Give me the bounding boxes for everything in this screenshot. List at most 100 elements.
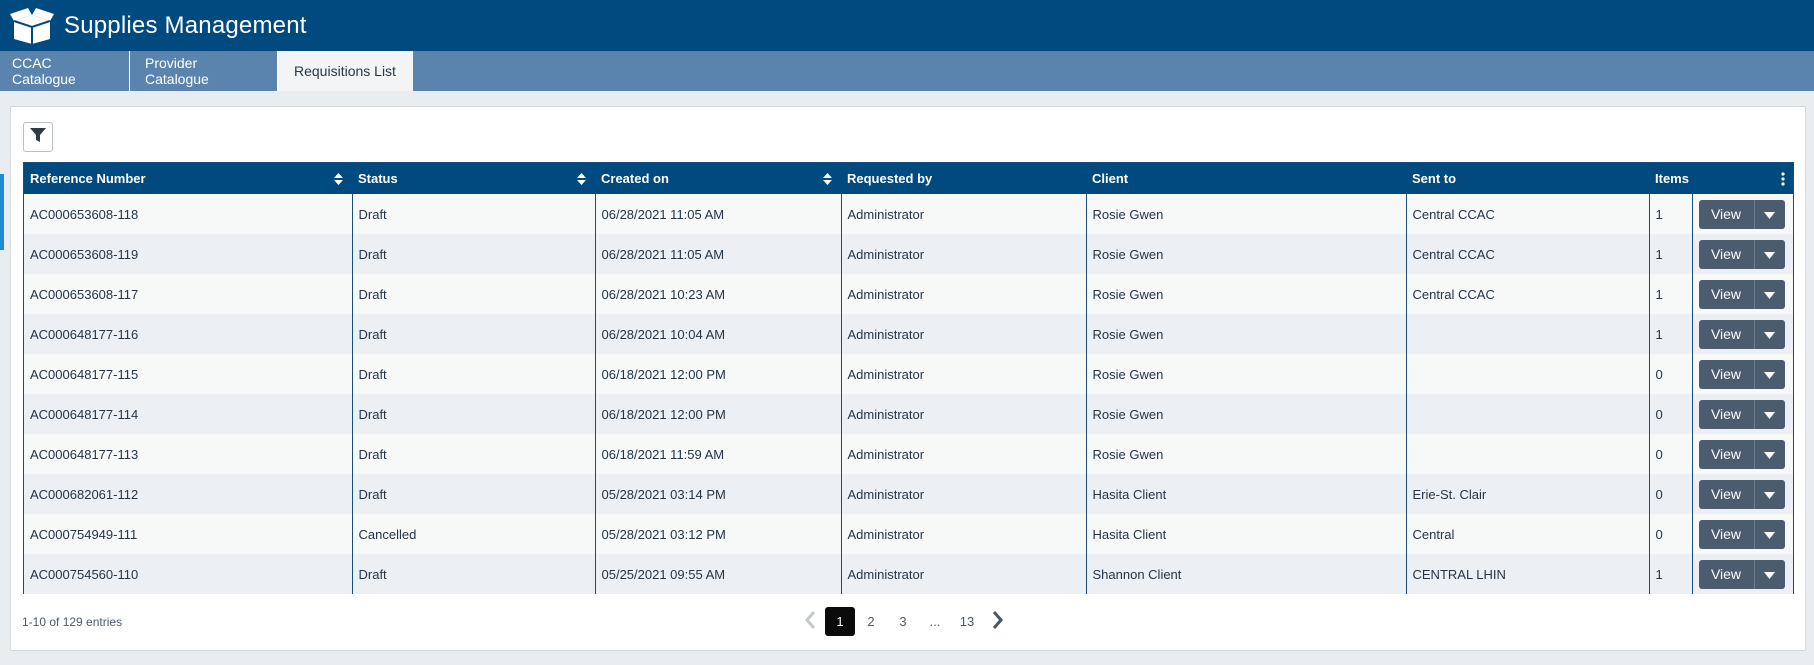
tab-requisitions-list[interactable]: Requisitions List (278, 51, 413, 91)
sort-icon[interactable] (823, 173, 832, 185)
page-2-button[interactable]: 2 (855, 607, 887, 636)
column-header-requested-by[interactable]: Requested by (841, 163, 1086, 194)
cell-actions: View (1692, 514, 1793, 554)
table-row: AC000648177-115 Draft 06/18/2021 12:00 PM A… (24, 354, 1793, 394)
view-button-group: View (1698, 479, 1788, 509)
column-header-client[interactable]: Client (1086, 163, 1406, 194)
cell-reference-number: AC000653608-118 (24, 194, 353, 234)
view-button[interactable]: View (1698, 359, 1754, 389)
view-options-dropdown[interactable] (1753, 279, 1785, 309)
cell-sent-to: Central CCAC (1406, 194, 1650, 234)
view-button[interactable]: View (1698, 399, 1754, 429)
column-header-sent-to[interactable]: Sent to (1406, 163, 1649, 194)
view-options-dropdown[interactable] (1753, 199, 1785, 229)
table-header-row: Reference Number Status Created on Reque… (24, 163, 1793, 194)
cell-status: Draft (352, 554, 596, 594)
page-1-button[interactable]: 1 (825, 607, 855, 636)
view-options-dropdown[interactable] (1753, 359, 1785, 389)
view-options-dropdown[interactable] (1753, 559, 1785, 589)
caret-down-icon (1764, 407, 1775, 422)
cell-client: Hasita Client (1086, 474, 1407, 514)
cell-requested-by: Administrator (841, 514, 1087, 554)
cell-items: 1 (1649, 554, 1693, 594)
sort-icon[interactable] (577, 173, 586, 185)
sort-icon[interactable] (334, 173, 343, 185)
view-button-group: View (1698, 359, 1788, 389)
cell-actions: View (1692, 274, 1793, 314)
cell-status: Draft (352, 274, 596, 314)
filter-button[interactable] (23, 122, 53, 152)
cell-created-on: 06/28/2021 11:05 AM (595, 234, 842, 274)
cell-created-on: 06/28/2021 10:04 AM (595, 314, 842, 354)
view-button[interactable]: View (1698, 279, 1754, 309)
cell-items: 1 (1649, 194, 1693, 234)
requisitions-table: Reference Number Status Created on Reque… (23, 162, 1794, 594)
column-header-reference-number[interactable]: Reference Number (24, 163, 352, 194)
caret-down-icon (1764, 247, 1775, 262)
cell-client: Shannon Client (1086, 554, 1407, 594)
cell-reference-number: AC000754949-111 (24, 514, 353, 554)
prev-page-button[interactable] (795, 607, 825, 636)
kebab-menu-icon[interactable] (1781, 172, 1785, 189)
column-header-items[interactable]: Items (1649, 163, 1692, 194)
cell-client: Rosie Gwen (1086, 194, 1407, 234)
cell-actions: View (1692, 554, 1793, 594)
cell-client: Rosie Gwen (1086, 314, 1407, 354)
chevron-right-icon (992, 610, 1004, 633)
cell-client: Hasita Client (1086, 514, 1407, 554)
view-options-dropdown[interactable] (1753, 439, 1785, 469)
view-options-dropdown[interactable] (1753, 319, 1785, 349)
filter-icon (29, 126, 47, 149)
cell-items: 0 (1649, 354, 1693, 394)
view-button[interactable]: View (1698, 319, 1754, 349)
view-button[interactable]: View (1698, 239, 1754, 269)
caret-down-icon (1764, 207, 1775, 222)
column-header-actions (1692, 163, 1793, 194)
cell-requested-by: Administrator (841, 394, 1087, 434)
page-3-button[interactable]: 3 (887, 607, 919, 636)
cell-reference-number: AC000653608-119 (24, 234, 353, 274)
view-button[interactable]: View (1698, 439, 1754, 469)
cell-requested-by: Administrator (841, 354, 1087, 394)
view-options-dropdown[interactable] (1753, 239, 1785, 269)
view-options-dropdown[interactable] (1753, 519, 1785, 549)
cell-sent-to (1406, 434, 1650, 474)
table-row: AC000653608-117 Draft 06/28/2021 10:23 AM A… (24, 274, 1793, 314)
view-options-dropdown[interactable] (1753, 399, 1785, 429)
cell-requested-by: Administrator (841, 194, 1087, 234)
cell-reference-number: AC000648177-114 (24, 394, 353, 434)
view-button[interactable]: View (1698, 479, 1754, 509)
cell-sent-to (1406, 354, 1650, 394)
side-indicator (0, 174, 4, 250)
cell-client: Rosie Gwen (1086, 234, 1407, 274)
view-button[interactable]: View (1698, 559, 1754, 589)
table-row: AC000754560-110 Draft 05/25/2021 09:55 AM A… (24, 554, 1793, 594)
cell-reference-number: AC000648177-113 (24, 434, 353, 474)
chevron-left-icon (804, 610, 816, 633)
cell-status: Draft (352, 434, 596, 474)
cell-sent-to (1406, 314, 1650, 354)
column-header-status[interactable]: Status (352, 163, 595, 194)
tab-bar: CCAC Catalogue Provider Catalogue Requis… (0, 51, 1814, 91)
page-13-button[interactable]: 13 (951, 607, 983, 636)
table-row: AC000648177-113 Draft 06/18/2021 11:59 AM A… (24, 434, 1793, 474)
next-page-button[interactable] (983, 607, 1013, 636)
tab-ccac-catalogue[interactable]: CCAC Catalogue (0, 51, 130, 91)
view-button-group: View (1698, 199, 1788, 229)
view-options-dropdown[interactable] (1753, 479, 1785, 509)
tab-provider-catalogue[interactable]: Provider Catalogue (130, 51, 278, 91)
cell-sent-to (1406, 394, 1650, 434)
cell-requested-by: Administrator (841, 314, 1087, 354)
cell-items: 0 (1649, 394, 1693, 434)
cell-reference-number: AC000653608-117 (24, 274, 353, 314)
app-header: Supplies Management (0, 0, 1814, 51)
view-button[interactable]: View (1698, 519, 1754, 549)
box-icon (10, 7, 54, 44)
cell-requested-by: Administrator (841, 434, 1087, 474)
cell-requested-by: Administrator (841, 274, 1087, 314)
view-button-group: View (1698, 319, 1788, 349)
cell-created-on: 05/28/2021 03:14 PM (595, 474, 842, 514)
column-header-created-on[interactable]: Created on (595, 163, 841, 194)
view-button[interactable]: View (1698, 199, 1754, 229)
cell-items: 0 (1649, 474, 1693, 514)
